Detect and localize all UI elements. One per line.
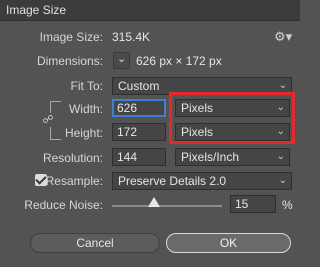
resample-value: Preserve Details 2.0 bbox=[118, 174, 227, 188]
dialog-title: Image Size bbox=[6, 3, 67, 17]
width-value: 626 bbox=[117, 101, 138, 115]
height-field[interactable]: 172 bbox=[112, 123, 166, 141]
height-value: 172 bbox=[117, 125, 138, 139]
width-field[interactable]: 626 bbox=[112, 99, 166, 117]
fit-to-value: Custom bbox=[118, 79, 160, 93]
resolution-field[interactable]: 144 bbox=[112, 148, 166, 166]
ok-button[interactable]: OK bbox=[166, 233, 291, 253]
reduce-noise-label: Reduce Noise: bbox=[24, 198, 103, 212]
chevron-down-icon[interactable]: ⌄ bbox=[113, 52, 130, 69]
dimensions-value: 626 px × 172 px bbox=[136, 54, 222, 68]
resolution-unit-value: Pixels/Inch bbox=[181, 150, 240, 164]
image-size-label: Image Size: bbox=[39, 30, 103, 44]
link-icon[interactable]: ☍ bbox=[42, 113, 54, 127]
cancel-button[interactable]: Cancel bbox=[30, 233, 160, 253]
image-size-value: 315.4K bbox=[112, 30, 151, 44]
dimensions-label: Dimensions: bbox=[36, 54, 103, 68]
height-label: Height: bbox=[64, 126, 103, 140]
resample-label: Resample: bbox=[45, 174, 103, 188]
chevron-down-icon: ⌄ bbox=[278, 175, 287, 186]
gear-icon[interactable]: ⚙▾ bbox=[274, 29, 292, 45]
resolution-label: Resolution: bbox=[42, 151, 103, 165]
highlight-box bbox=[169, 92, 295, 144]
slider-thumb[interactable] bbox=[148, 197, 160, 207]
reduce-noise-slider[interactable] bbox=[112, 205, 222, 207]
resample-select[interactable]: Preserve Details 2.0 ⌄ bbox=[112, 172, 292, 190]
fit-to-label: Fit To: bbox=[70, 79, 103, 93]
reduce-noise-value: 15 bbox=[235, 197, 249, 211]
width-label: Width: bbox=[68, 102, 103, 116]
reduce-noise-unit: % bbox=[282, 198, 293, 212]
title-bar: Image Size bbox=[0, 0, 300, 21]
reduce-noise-field[interactable]: 15 bbox=[230, 195, 276, 213]
resolution-value: 144 bbox=[117, 150, 138, 164]
resolution-unit-select[interactable]: Pixels/Inch ⌄ bbox=[175, 148, 290, 166]
chevron-down-icon: ⌄ bbox=[276, 151, 285, 162]
